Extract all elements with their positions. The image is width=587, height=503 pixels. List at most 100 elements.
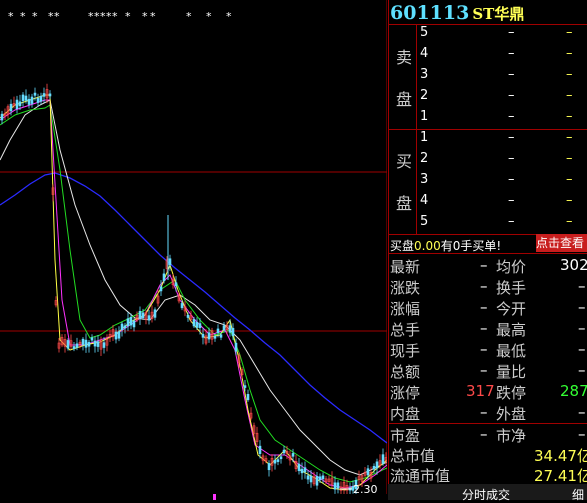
- candle: [180, 303, 184, 309]
- sell-row-1[interactable]: 1 – –: [418, 109, 583, 130]
- price: –: [508, 88, 515, 103]
- candle: [147, 315, 151, 321]
- level: 5: [420, 25, 429, 40]
- candle: [21, 94, 25, 102]
- event-marker: *: [206, 10, 212, 23]
- sell-row-2[interactable]: 2 – –: [418, 88, 583, 109]
- buy-label-top: 买: [395, 152, 412, 171]
- event-markers[interactable]: * * * * * * * * * * * * * * * *: [8, 10, 232, 23]
- candle: [231, 327, 235, 337]
- event-marker: *: [20, 10, 26, 23]
- buy-row-4[interactable]: 4 – –: [418, 193, 583, 214]
- limit-down-value: 287: [560, 382, 587, 400]
- candle: [273, 459, 277, 464]
- event-marker: *: [8, 10, 14, 23]
- price: –: [508, 151, 515, 166]
- candle: [48, 93, 52, 97]
- sell-row-3[interactable]: 3 – –: [418, 67, 583, 88]
- volume: –: [566, 151, 573, 166]
- event-marker: *: [32, 10, 38, 23]
- candle: [93, 340, 97, 347]
- buy-row-5[interactable]: 5 – –: [418, 214, 583, 235]
- sell-row-4[interactable]: 4 – –: [418, 46, 583, 67]
- candle: [207, 332, 211, 340]
- candle: [24, 95, 28, 101]
- view-details-button[interactable]: 点击查看: [536, 234, 587, 252]
- candle: [75, 343, 79, 348]
- candle: [282, 449, 286, 454]
- quote-row-amount: 总额 – 量比 –: [390, 361, 586, 381]
- candle: [87, 342, 91, 347]
- price: –: [508, 67, 515, 82]
- candle: [258, 445, 262, 454]
- candle: [132, 320, 136, 328]
- buy-row-1[interactable]: 1 – –: [418, 130, 583, 151]
- candle: [129, 316, 133, 326]
- candle: [246, 394, 250, 401]
- candle: [222, 325, 226, 331]
- candle: [153, 309, 157, 318]
- candle: [9, 103, 13, 112]
- notice-amount: 0.00: [414, 239, 441, 253]
- candle: [42, 93, 46, 97]
- volume: –: [566, 67, 573, 82]
- candle: [141, 312, 145, 318]
- event-marker: *: [150, 10, 156, 23]
- candle: [318, 476, 322, 481]
- candle: [96, 341, 100, 347]
- candle: [219, 334, 223, 338]
- candle: [276, 459, 280, 462]
- price: –: [508, 172, 515, 187]
- stock-title: 601113 ST华鼎: [390, 0, 524, 26]
- candle: [243, 385, 247, 388]
- price: –: [508, 193, 515, 208]
- buy-row-3[interactable]: 3 – –: [418, 172, 583, 193]
- candlestick-chart[interactable]: * * * * * * * * * * * * * * * * 2.30: [0, 0, 387, 500]
- quote-row-limit: 涨停 317 跌停 287: [390, 382, 587, 402]
- event-marker: *: [54, 10, 60, 23]
- candle: [234, 342, 238, 352]
- candle: [381, 454, 385, 464]
- candle: [81, 338, 85, 345]
- candle: [102, 342, 106, 348]
- valuation-row-pe: 市盈 – 市净 –: [390, 425, 586, 445]
- volume: –: [566, 214, 573, 229]
- event-marker: *: [125, 10, 131, 23]
- ma-line-green: [0, 104, 387, 483]
- stock-code: 601113: [390, 2, 470, 24]
- buy-order-notice: 买盘0.00有0手买单!: [390, 237, 501, 254]
- sell-row-5[interactable]: 5 – –: [418, 25, 583, 46]
- quote-row-cur: 现手 – 最低 –: [390, 340, 586, 360]
- candle: [201, 333, 205, 338]
- valuation-row-mcap: 总市值 34.47亿: [388, 445, 587, 466]
- volume: –: [566, 25, 573, 40]
- tab-time-trades[interactable]: 分时成交: [462, 486, 510, 503]
- price: –: [508, 214, 515, 229]
- candle: [72, 346, 76, 350]
- level: 3: [420, 172, 429, 187]
- market-cap-value: 34.47亿: [534, 447, 587, 465]
- bottom-strip: [0, 494, 387, 500]
- quote-row-latest: 最新 – 均价 302: [390, 256, 587, 276]
- price: –: [508, 109, 515, 124]
- candle: [306, 475, 310, 480]
- candle: [192, 319, 196, 327]
- level: 5: [420, 214, 429, 229]
- level: 1: [420, 109, 429, 124]
- candle: [267, 463, 271, 471]
- volume: –: [566, 46, 573, 61]
- candle: [15, 99, 19, 109]
- candle: [213, 335, 217, 339]
- candle: [291, 453, 295, 457]
- volume: –: [566, 109, 573, 124]
- quote-row-pct: 涨幅 – 今开 –: [390, 298, 586, 318]
- event-marker: *: [186, 10, 192, 23]
- candle: [30, 96, 34, 104]
- quote-panel: 601113 ST华鼎 卖 盘 5 – – 4 – – 3 – – 2 – – 1…: [388, 0, 587, 503]
- buy-row-2[interactable]: 2 – –: [418, 151, 583, 172]
- tab-detail[interactable]: 细: [572, 486, 584, 503]
- candle: [300, 468, 304, 474]
- candle: [123, 325, 127, 329]
- candle: [0, 113, 4, 121]
- volume: –: [566, 130, 573, 145]
